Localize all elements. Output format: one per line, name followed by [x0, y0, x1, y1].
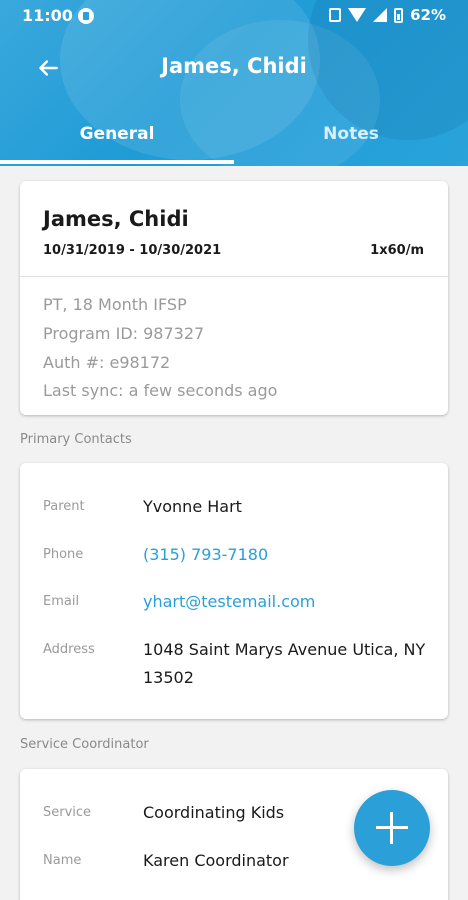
coordinator-label-service: Service — [43, 805, 92, 820]
client-name: James, Chidi — [43, 207, 189, 231]
auth-number: Auth #: e98172 — [43, 353, 171, 372]
app-notification-icon — [78, 8, 94, 24]
service-coordinator-heading: Service Coordinator — [20, 737, 149, 752]
tab-notes[interactable]: Notes — [234, 112, 468, 166]
contact-label-email: Email — [43, 594, 80, 609]
top-app-bar: James, Chidi — [0, 40, 468, 96]
battery-icon — [394, 7, 404, 23]
tab-bar: General Notes — [0, 112, 468, 166]
battery-percent: 62% — [410, 6, 446, 24]
status-bar: 11:00 62% — [0, 0, 468, 32]
contact-label-parent: Parent — [43, 499, 85, 514]
contact-value-address: 1048 Saint Marys Avenue Utica, NY 13502 — [143, 640, 426, 687]
tab-selected-indicator — [0, 160, 234, 164]
app-header: 11:00 62% James, Chidi General Notes — [0, 0, 468, 166]
signal-icon — [373, 8, 388, 22]
email-link[interactable]: yhart@testemail.com — [143, 588, 433, 616]
tab-general[interactable]: General — [0, 112, 234, 166]
status-time: 11:00 — [22, 6, 73, 25]
last-sync: Last sync: a few seconds ago — [43, 381, 278, 400]
primary-contacts-card: Parent Yvonne Hart Phone (315) 793-7180 … — [20, 463, 448, 719]
vibrate-icon — [329, 8, 342, 22]
client-card: James, Chidi 10/31/2019 - 10/30/2021 1x6… — [20, 181, 448, 415]
contact-label-phone: Phone — [43, 547, 84, 562]
authorization-dates: 10/31/2019 - 10/30/2021 — [43, 243, 222, 258]
page-title: James, Chidi — [161, 54, 307, 78]
program-id: Program ID: 987327 — [43, 324, 205, 343]
contact-value-parent: Yvonne Hart — [143, 497, 242, 516]
phone-link[interactable]: (315) 793-7180 — [143, 541, 433, 569]
service-type: PT, 18 Month IFSP — [43, 295, 187, 314]
contact-label-address: Address — [43, 642, 95, 657]
plus-icon-vertical — [390, 812, 393, 844]
card-divider — [20, 276, 448, 277]
primary-contacts-heading: Primary Contacts — [20, 432, 132, 447]
add-button[interactable] — [354, 790, 430, 866]
service-frequency: 1x60/m — [370, 243, 424, 258]
coordinator-label-name: Name — [43, 853, 82, 868]
status-icons: 62% — [329, 6, 446, 24]
wifi-icon — [348, 8, 367, 22]
